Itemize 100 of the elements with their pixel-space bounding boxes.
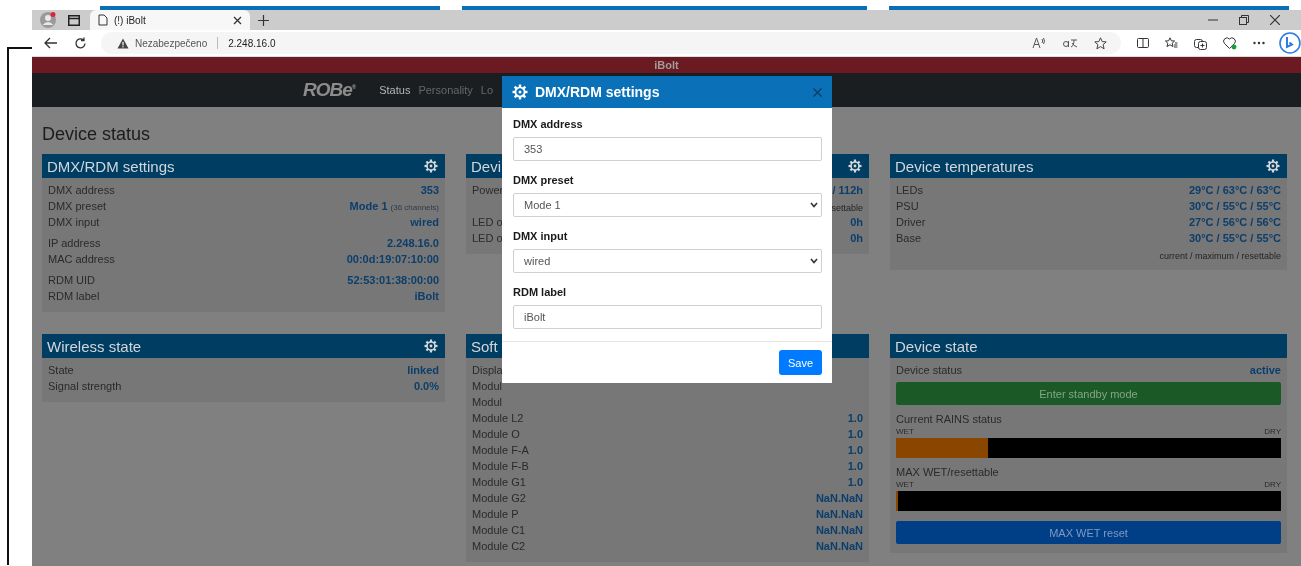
- row-value: 0.0%: [413, 380, 439, 392]
- meter-end-label: DRY: [1264, 427, 1281, 436]
- heart-icon[interactable]: [1223, 36, 1238, 50]
- row-label: Module G1: [472, 476, 526, 488]
- dialog-title: DMX/RDM settings: [535, 84, 660, 100]
- row-value: wired: [410, 216, 439, 228]
- input-field[interactable]: iBolt: [513, 305, 822, 329]
- settings-icon: [512, 84, 528, 100]
- url-text: 2.248.16.0: [228, 37, 276, 49]
- row-label: State: [48, 364, 74, 376]
- row-value: 1.0: [847, 428, 863, 440]
- row-label: DMX input: [48, 216, 100, 228]
- save-button[interactable]: Save: [778, 350, 822, 375]
- meter-label: MAX WET/resettable: [896, 466, 1000, 478]
- read-aloud-icon[interactable]: [1032, 37, 1047, 49]
- plus-icon[interactable]: [258, 14, 269, 26]
- browser-tab[interactable]: (!) iBolt: [90, 10, 250, 30]
- row-value: 0h: [850, 232, 863, 244]
- row-label: DMX preset: [48, 200, 107, 212]
- panel-title: Device temperatures: [895, 157, 1034, 175]
- close-icon[interactable]: [233, 15, 242, 25]
- row-value: NaN.NaN: [815, 508, 863, 520]
- window-icon[interactable]: [68, 14, 80, 26]
- row-label: Power: [472, 184, 504, 196]
- row-label: DMX address: [48, 184, 115, 196]
- panel-title: Wireless state: [47, 337, 142, 355]
- field-label: DMX address: [513, 118, 584, 130]
- settings-icon[interactable]: [848, 159, 862, 173]
- row-label: LED o: [472, 216, 503, 228]
- row-value: 1.0: [847, 460, 863, 472]
- settings-icon[interactable]: [424, 339, 438, 353]
- row-value: 353: [420, 184, 439, 196]
- row-value: 27°C / 56°C / 56°C: [1188, 216, 1281, 228]
- settings-icon[interactable]: [424, 159, 438, 173]
- profile-icon[interactable]: [39, 11, 57, 29]
- row-label: Modul: [472, 396, 502, 408]
- row-label: PSU: [896, 200, 919, 212]
- split-screen-icon[interactable]: [1137, 37, 1150, 49]
- row-label: Module P: [472, 508, 519, 520]
- row-label: Displa: [472, 364, 503, 376]
- security-label: Nezabezpečeno: [134, 37, 208, 49]
- field-label: DMX input: [513, 230, 569, 242]
- row-label: Module F-A: [472, 444, 529, 456]
- row-value: 0h: [850, 216, 863, 228]
- meter-start-label: WET: [896, 480, 914, 489]
- meter-end-label: DRY: [1264, 480, 1281, 489]
- row-value: / 112h: [832, 184, 863, 196]
- row-value: 30°C / 55°C / 55°C: [1188, 200, 1281, 212]
- nav-link[interactable]: Status: [379, 84, 411, 96]
- address-bar[interactable]: Nezabezpečeno 2.248.16.0: [100, 32, 1122, 54]
- row-label: Module C1: [472, 524, 526, 536]
- restore-icon[interactable]: [1239, 15, 1249, 25]
- row-label: Signal strength: [48, 380, 122, 392]
- star-icon[interactable]: [1094, 36, 1108, 50]
- chat-icon[interactable]: [1279, 32, 1301, 54]
- row-value: NaN.NaN: [815, 492, 863, 504]
- logo[interactable]: ROBe$^{®}$: [303, 79, 356, 101]
- collections-icon[interactable]: [1194, 36, 1208, 50]
- page-title: Device status: [42, 123, 151, 145]
- action-button[interactable]: MAX WET reset: [896, 521, 1281, 544]
- row-label: Module C2: [472, 540, 526, 552]
- row-value: linked: [407, 364, 439, 376]
- device-banner: iBolt: [32, 57, 1301, 73]
- row-label: Module O: [472, 428, 520, 440]
- row-label: LEDs: [896, 184, 923, 196]
- row-value: 30°C / 55°C / 55°C: [1188, 232, 1281, 244]
- dropdown[interactable]: Mode 1: [513, 193, 822, 217]
- chevron-icon: [810, 202, 818, 208]
- row-label: Module F-B: [472, 460, 529, 472]
- page-icon: [98, 14, 108, 26]
- panel-note: settable: [831, 202, 863, 215]
- panel-note: current / maximum / resettable: [1159, 250, 1281, 263]
- panel-title: Soft: [471, 337, 498, 355]
- translate-icon[interactable]: [1062, 37, 1079, 49]
- field-label: RDM label: [513, 286, 568, 298]
- favorites-icon[interactable]: [1165, 37, 1179, 49]
- dropdown[interactable]: wired: [513, 249, 822, 273]
- row-value: NaN.NaN: [815, 540, 863, 552]
- row-value: iBolt: [414, 290, 439, 302]
- row-label: RDM UID: [48, 274, 96, 286]
- value-note: (36 channels): [390, 203, 439, 212]
- row-label: IP address: [48, 237, 101, 249]
- back-icon[interactable]: [44, 37, 58, 49]
- row-label: Driver: [896, 216, 926, 228]
- row-value: 1.0: [847, 412, 863, 424]
- row-label: MAC address: [48, 253, 115, 265]
- row-value: 29°C / 63°C / 63°C: [1188, 184, 1281, 196]
- row-label: RDM label: [48, 290, 100, 302]
- row-value: Mode 1: [349, 200, 388, 212]
- panel-title: DMX/RDM settings: [47, 157, 175, 175]
- settings-icon[interactable]: [1266, 159, 1280, 173]
- more-icon[interactable]: [1253, 41, 1266, 45]
- reload-icon[interactable]: [73, 36, 87, 50]
- input-field[interactable]: 353: [513, 137, 822, 161]
- panel-title: Devi: [471, 157, 501, 175]
- row-label: Modul: [472, 380, 502, 392]
- warning-icon: [116, 37, 129, 49]
- row-label: Base: [896, 232, 922, 244]
- close-icon[interactable]: [1270, 15, 1280, 25]
- row-label: LED o: [472, 232, 503, 244]
